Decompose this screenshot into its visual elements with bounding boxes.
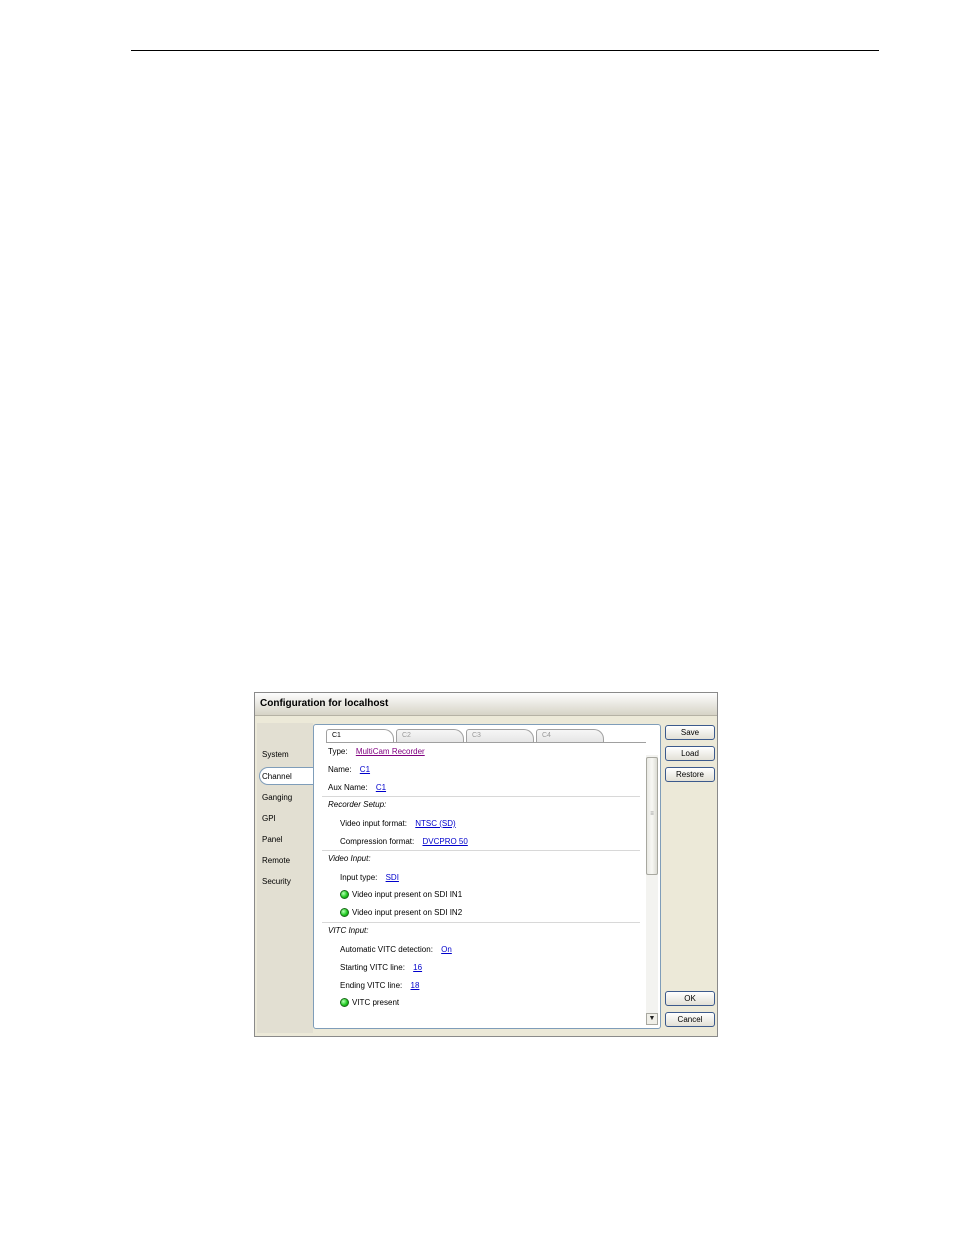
tab-c4[interactable]: C4 (536, 729, 604, 742)
type-row: Type: MultiCam Recorder (328, 747, 425, 756)
vitc-status-text: VITC present (352, 998, 400, 1007)
sidebar-item-remote[interactable]: Remote (262, 856, 290, 865)
sdi-in1-status-row: Video input present on SDI IN1 (340, 890, 463, 900)
name-row: Name: C1 (328, 765, 370, 774)
scrollbar-thumb[interactable]: ≡ (646, 757, 658, 875)
green-led-icon (340, 908, 349, 918)
green-led-icon (340, 890, 349, 900)
compression-format-link[interactable]: DVCPRO 50 (422, 837, 467, 846)
section-divider (322, 922, 640, 923)
sidebar-item-panel[interactable]: Panel (262, 835, 282, 844)
cancel-button[interactable]: Cancel (665, 1012, 715, 1027)
vitc-auto-detect-row: Automatic VITC detection: On (340, 945, 452, 954)
channel-tabs: C1 C2 C3 C4 (326, 729, 616, 743)
sidebar-item-ganging[interactable]: Ganging (262, 793, 292, 802)
vitc-auto-detect-label: Automatic VITC detection: (340, 945, 433, 954)
channel-settings: Type: MultiCam Recorder Name: C1 Aux Nam… (314, 743, 648, 1027)
recorder-setup-heading: Recorder Setup: (328, 800, 387, 809)
sidebar-item-channel[interactable]: Channel (259, 767, 319, 785)
sdi-in2-status-row: Video input present on SDI IN2 (340, 908, 463, 918)
vitc-end-line-row: Ending VITC line: 18 (340, 981, 419, 990)
tab-c1[interactable]: C1 (326, 729, 394, 743)
compression-format-row: Compression format: DVCPRO 50 (340, 837, 468, 846)
name-link[interactable]: C1 (360, 765, 370, 774)
save-button[interactable]: Save (665, 725, 715, 740)
sidebar-nav: System Channel Ganging GPI Panel Remote … (257, 723, 319, 1033)
sidebar-item-gpi[interactable]: GPI (262, 814, 276, 823)
vitc-end-line-label: Ending VITC line: (340, 981, 403, 990)
vitc-end-line-link[interactable]: 18 (411, 981, 420, 990)
chevron-down-icon[interactable]: ▼ (646, 1013, 658, 1025)
aux-name-label: Aux Name: (328, 783, 368, 792)
video-input-format-link[interactable]: NTSC (SD) (415, 819, 455, 828)
load-button[interactable]: Load (665, 746, 715, 761)
type-label: Type: (328, 747, 348, 756)
input-type-link[interactable]: SDI (386, 873, 399, 882)
sidebar-item-system[interactable]: System (262, 750, 289, 759)
tab-c3[interactable]: C3 (466, 729, 534, 742)
vitc-auto-detect-link[interactable]: On (441, 945, 452, 954)
section-divider (322, 796, 640, 797)
vitc-status-row: VITC present (340, 998, 400, 1008)
sdi-in2-status-text: Video input present on SDI IN2 (352, 908, 463, 917)
vertical-scrollbar[interactable]: ≡ ▼ (646, 755, 658, 1025)
aux-name-link[interactable]: C1 (376, 783, 386, 792)
video-input-format-label: Video input format: (340, 819, 408, 828)
video-input-heading: Video Input: (328, 854, 371, 863)
name-label: Name: (328, 765, 352, 774)
grip-icon: ≡ (650, 811, 654, 817)
sidebar-item-security[interactable]: Security (262, 877, 291, 886)
window-title: Configuration for localhost (260, 698, 389, 709)
input-type-row: Input type: SDI (340, 873, 399, 882)
title-bar: Configuration for localhost (255, 693, 717, 716)
video-input-format-row: Video input format: NTSC (SD) (340, 819, 456, 828)
aux-name-row: Aux Name: C1 (328, 783, 386, 792)
compression-format-label: Compression format: (340, 837, 415, 846)
page-header-rule (131, 50, 879, 51)
sdi-in1-status-text: Video input present on SDI IN1 (352, 890, 463, 899)
section-divider (322, 850, 640, 851)
input-type-label: Input type: (340, 873, 378, 882)
type-link[interactable]: MultiCam Recorder (356, 747, 425, 756)
green-led-icon (340, 998, 349, 1008)
channel-panel: C1 C2 C3 C4 Type: MultiCam Recorder Name… (313, 724, 661, 1029)
vitc-start-line-link[interactable]: 16 (413, 963, 422, 972)
configuration-dialog: Configuration for localhost System Chann… (254, 692, 718, 1037)
vitc-input-heading: VITC Input: (328, 926, 369, 935)
tab-c2[interactable]: C2 (396, 729, 464, 742)
ok-button[interactable]: OK (665, 991, 715, 1006)
restore-button[interactable]: Restore (665, 767, 715, 782)
vitc-start-line-row: Starting VITC line: 16 (340, 963, 422, 972)
vitc-start-line-label: Starting VITC line: (340, 963, 405, 972)
